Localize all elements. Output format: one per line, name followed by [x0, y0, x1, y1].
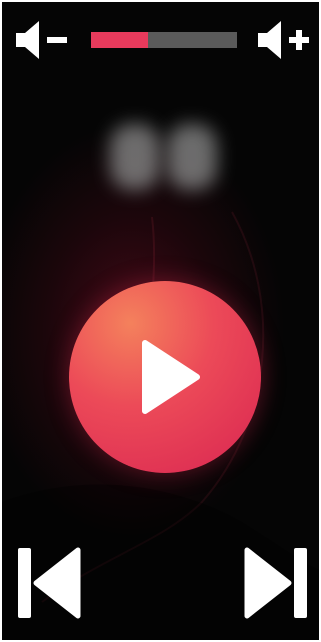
- skip-previous-icon: [18, 547, 81, 619]
- blurred-status-glyph: [110, 124, 160, 190]
- volume-down-button[interactable]: [12, 16, 70, 64]
- play-icon: [142, 340, 200, 414]
- volume-up-button[interactable]: [254, 16, 312, 64]
- next-track-button[interactable]: [241, 542, 311, 624]
- volume-down-icon: [16, 21, 67, 59]
- volume-slider[interactable]: [91, 32, 237, 48]
- volume-up-icon: [258, 21, 309, 59]
- skip-next-icon: [244, 547, 307, 619]
- blurred-status-glyph: [167, 124, 217, 190]
- music-player-screen: [0, 0, 321, 642]
- volume-level-fill: [91, 32, 148, 48]
- previous-track-button[interactable]: [14, 542, 84, 624]
- play-button[interactable]: [69, 281, 261, 473]
